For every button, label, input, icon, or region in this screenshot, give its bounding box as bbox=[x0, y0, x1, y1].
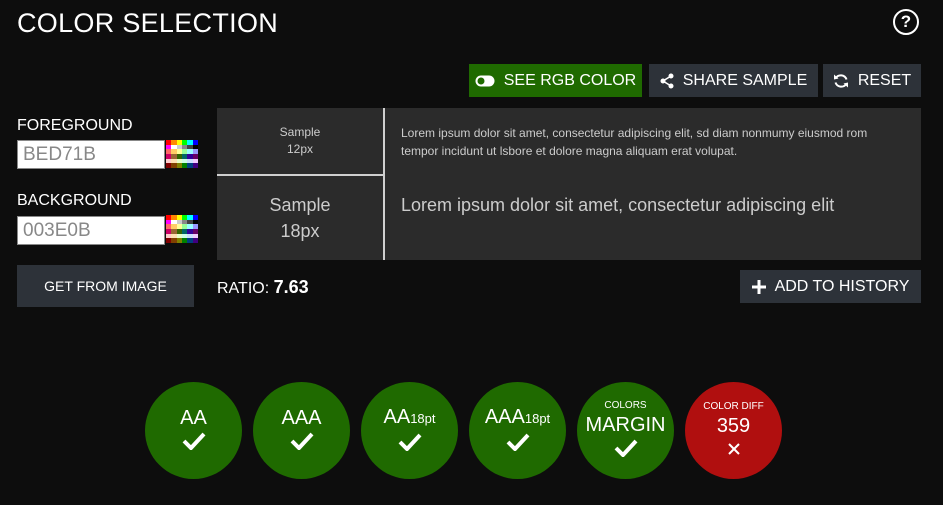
x-icon bbox=[727, 440, 741, 460]
reset-button[interactable]: RESET bbox=[823, 64, 921, 97]
badge-colors-margin: COLORS MARGIN bbox=[577, 382, 674, 479]
badge-aaa-label: AAA bbox=[281, 407, 322, 429]
sample-text-small: Lorem ipsum dolor sit amet, consectetur … bbox=[401, 126, 868, 158]
contrast-ratio-value: 7.63 bbox=[273, 277, 309, 297]
check-icon bbox=[290, 432, 314, 454]
badge-aaa: AAA bbox=[253, 382, 350, 479]
sample-12px-cell: Sample 12px bbox=[217, 108, 383, 174]
help-button[interactable]: ? bbox=[893, 9, 919, 35]
background-color-input[interactable] bbox=[17, 216, 165, 245]
toggle-icon bbox=[475, 75, 495, 87]
question-circle-icon: ? bbox=[900, 12, 912, 31]
badge-aa-18pt-label: AA bbox=[383, 406, 411, 428]
badge-colors-margin-label: MARGIN bbox=[585, 414, 666, 436]
sample-18px-line2: 18px bbox=[280, 221, 320, 241]
share-sample-button[interactable]: SHARE SAMPLE bbox=[649, 64, 818, 97]
sample-12px-line1: Sample bbox=[279, 125, 321, 139]
see-rgb-color-button[interactable]: SEE RGB COLOR bbox=[469, 64, 642, 97]
badge-aa-label: AA bbox=[180, 407, 207, 429]
check-icon bbox=[614, 439, 638, 461]
badge-aa-18pt: AA18pt bbox=[361, 382, 458, 479]
get-from-image-button[interactable]: GET FROM IMAGE bbox=[17, 265, 194, 307]
contrast-ratio: RATIO: 7.63 bbox=[217, 277, 309, 298]
badge-color-diff: COLOR DIFF 359 bbox=[685, 382, 782, 479]
share-icon bbox=[660, 73, 674, 89]
badge-colors-margin-top: COLORS bbox=[604, 400, 647, 411]
sample-text-large: Lorem ipsum dolor sit amet, consectetur … bbox=[401, 195, 835, 215]
sample-12px-line2: 12px bbox=[286, 142, 314, 156]
sample-18px-line1: Sample bbox=[269, 195, 331, 215]
badge-aa: AA bbox=[145, 382, 242, 479]
badge-color-diff-value: 359 bbox=[716, 415, 751, 437]
badge-aaa-18pt-label: AAA bbox=[484, 406, 525, 428]
add-to-history-label: ADD TO HISTORY bbox=[774, 277, 910, 295]
check-icon bbox=[398, 433, 422, 455]
contrast-ratio-label: RATIO: bbox=[217, 280, 270, 297]
foreground-palette-icon[interactable] bbox=[166, 140, 198, 168]
reset-label: RESET bbox=[857, 71, 912, 89]
sample-18px-cell: Sample 18px bbox=[217, 176, 383, 260]
background-palette-icon[interactable] bbox=[166, 215, 198, 243]
preview-divider-vertical bbox=[383, 108, 385, 260]
badge-aaa-18pt-sub: 18pt bbox=[524, 411, 551, 426]
check-icon bbox=[182, 432, 206, 454]
background-label: BACKGROUND bbox=[17, 192, 132, 209]
refresh-icon bbox=[833, 73, 849, 89]
plus-icon bbox=[751, 279, 766, 294]
add-to-history-button[interactable]: ADD TO HISTORY bbox=[740, 270, 921, 303]
badge-aaa-18pt: AAA18pt bbox=[469, 382, 566, 479]
badge-color-diff-top: COLOR DIFF bbox=[703, 401, 764, 412]
badge-aa-18pt-sub: 18pt bbox=[410, 411, 436, 426]
foreground-color-input[interactable] bbox=[17, 140, 165, 169]
check-icon bbox=[506, 433, 530, 455]
page-title: COLOR SELECTION bbox=[17, 8, 279, 38]
foreground-label: FOREGROUND bbox=[17, 117, 133, 134]
see-rgb-color-label: SEE RGB COLOR bbox=[503, 71, 637, 89]
share-sample-label: SHARE SAMPLE bbox=[682, 71, 808, 89]
